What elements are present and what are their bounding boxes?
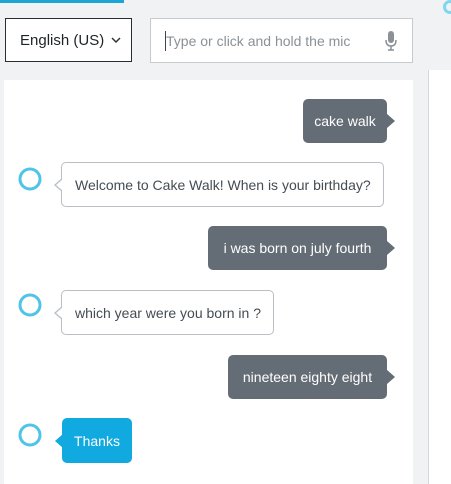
- alexa-message-text: which year were you born in ?: [75, 304, 261, 321]
- language-select-value: English (US): [20, 31, 105, 49]
- alexa-ring-icon: [443, 0, 451, 14]
- user-message-text: i was born on july fourth: [223, 240, 372, 256]
- alexa-message-text: Welcome to Cake Walk! When is your birth…: [75, 176, 371, 193]
- active-tab-indicator: [0, 0, 124, 3]
- user-message: cake walk: [303, 99, 395, 143]
- user-message: nineteen eighty eight: [228, 355, 395, 399]
- alexa-ring-icon: [18, 167, 42, 191]
- utterance-input-box[interactable]: [150, 18, 413, 63]
- alexa-ring-icon: [18, 293, 42, 317]
- alexa-message: Welcome to Cake Walk! When is your birth…: [54, 162, 384, 207]
- utterance-input[interactable]: [165, 31, 366, 51]
- user-message: i was born on july fourth: [208, 226, 395, 270]
- alexa-message-highlighted: Thanks: [55, 418, 132, 463]
- right-panel: [428, 70, 451, 484]
- microphone-icon[interactable]: [384, 30, 398, 52]
- alexa-message: which year were you born in ?: [54, 290, 274, 335]
- user-message-text: cake walk: [314, 113, 376, 129]
- language-select[interactable]: English (US): [5, 18, 132, 62]
- user-message-text: nineteen eighty eight: [242, 369, 373, 385]
- alexa-ring-icon: [18, 423, 42, 447]
- chevron-down-icon: [111, 37, 121, 44]
- alexa-message-text: Thanks: [74, 432, 120, 449]
